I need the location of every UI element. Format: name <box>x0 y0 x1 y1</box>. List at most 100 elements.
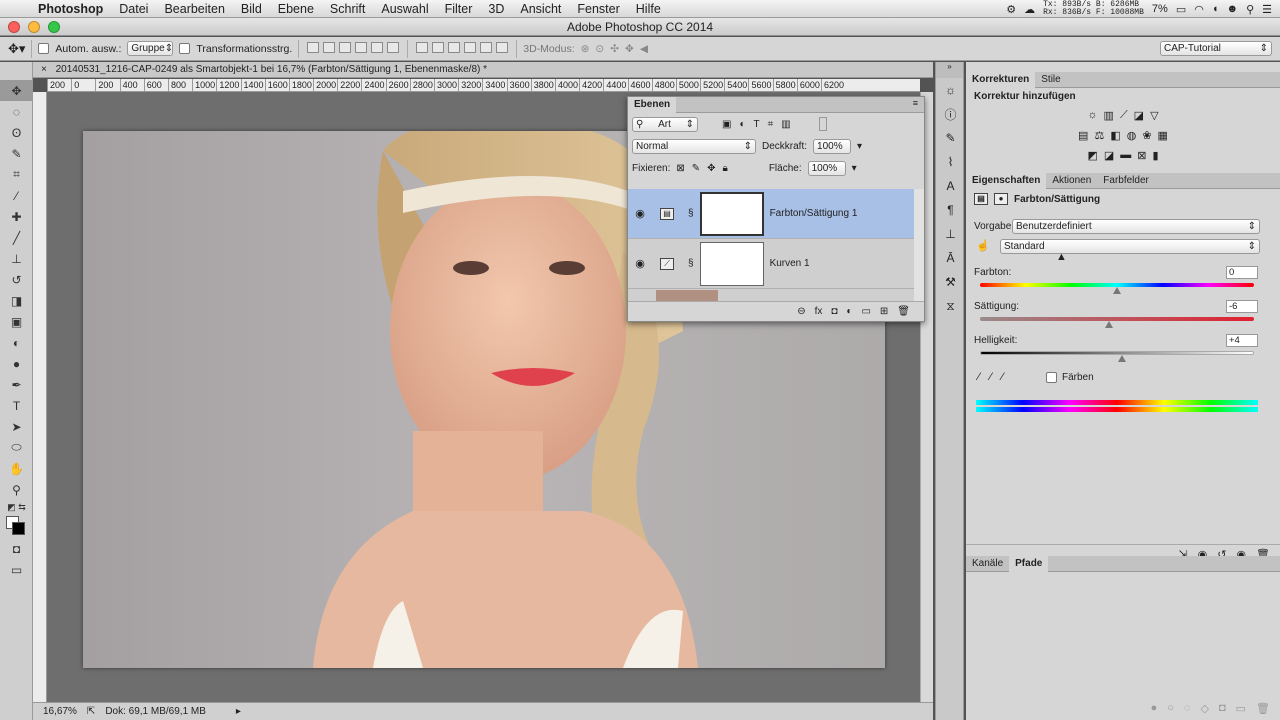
battery-icon[interactable]: ▭ <box>1176 3 1186 16</box>
eraser-tool-icon[interactable]: ◨ <box>0 290 33 311</box>
minimize-window-button[interactable] <box>28 21 40 33</box>
black-white-icon[interactable]: ◧ <box>1110 129 1120 142</box>
fill-arrow-icon[interactable]: ▾ <box>852 163 857 174</box>
adjustments-dock-icon[interactable]: ☼ <box>936 78 965 102</box>
distribute-hcenter-icon[interactable] <box>480 41 493 53</box>
tab-properties[interactable]: Eigenschaften <box>966 173 1047 189</box>
saturation-slider-track[interactable] <box>980 317 1254 321</box>
visibility-eye-icon[interactable]: ◉ <box>628 207 652 220</box>
auto-select-dropdown[interactable]: Gruppe ⇕ <box>127 41 174 56</box>
delete-path-icon[interactable]: 🗑︎ <box>1256 702 1270 715</box>
path-select-tool-icon[interactable]: ➤ <box>0 416 33 437</box>
visibility-eye-icon[interactable]: ◉ <box>628 257 652 270</box>
zoom-level[interactable]: 16,67% <box>43 706 77 717</box>
posterize-icon[interactable]: ◪ <box>1104 149 1114 162</box>
menu-schrift[interactable]: Schrift <box>322 2 373 16</box>
brush-dock-icon[interactable]: ⌇ <box>936 150 965 174</box>
photo-filter-icon[interactable]: ◍ <box>1127 129 1137 142</box>
wifi-icon[interactable]: ◠ <box>1194 3 1204 16</box>
workspace-dropdown[interactable]: CAP-Tutorial ⇕ <box>1160 41 1272 56</box>
on-image-adjust-hand-icon[interactable]: ☝ <box>976 239 990 252</box>
fill-field[interactable]: 100% <box>807 160 846 176</box>
tab-channels[interactable]: Kanäle <box>966 556 1009 572</box>
saturation-value-field[interactable]: -6 <box>1226 300 1258 313</box>
filter-toggle[interactable] <box>818 117 827 131</box>
dock-collapse-icon[interactable]: » <box>936 62 963 78</box>
make-path-icon[interactable]: ◇ <box>1201 702 1209 715</box>
lightness-value-field[interactable]: +4 <box>1226 334 1258 347</box>
saturation-slider-thumb[interactable] <box>1104 321 1113 328</box>
lasso-tool-icon[interactable]: ʘ <box>0 122 33 143</box>
align-vcenter-icon[interactable] <box>323 41 336 53</box>
tool-presets-dock-icon[interactable]: ⚒ <box>936 270 965 294</box>
layer-mask-thumbnail[interactable] <box>699 191 764 236</box>
menu-fenster[interactable]: Fenster <box>569 2 627 16</box>
zoom-tool-icon[interactable]: ⚲ <box>0 479 33 500</box>
lightness-slider-track[interactable] <box>980 351 1254 355</box>
glyphs-dock-icon[interactable]: Ā <box>936 246 965 270</box>
default-colors-icon[interactable]: ◩ ⇆ <box>0 500 33 514</box>
tab-actions[interactable]: Aktionen <box>1046 173 1097 189</box>
menu-app[interactable]: Photoshop <box>30 2 111 16</box>
paragraph-dock-icon[interactable]: ¶ <box>936 198 965 222</box>
align-right-icon[interactable] <box>387 41 400 53</box>
opacity-field[interactable]: 100% <box>813 138 852 154</box>
background-color[interactable] <box>12 522 25 535</box>
mask-link-icon[interactable]: § <box>688 258 694 269</box>
hue-slider-thumb[interactable] <box>1113 287 1121 294</box>
screen-mode-icon[interactable]: ▭ <box>0 559 33 580</box>
status-icon[interactable]: ⚙ <box>1006 3 1016 16</box>
cloud-icon[interactable]: ☁ <box>1024 3 1035 16</box>
distribute-left-icon[interactable] <box>464 41 477 53</box>
exposure-icon[interactable]: ◪ <box>1134 109 1144 122</box>
levels-icon[interactable]: ▥ <box>1104 109 1114 122</box>
layer-name[interactable]: Farbton/Sättigung 1 <box>770 208 858 219</box>
close-window-button[interactable] <box>8 21 20 33</box>
align-top-icon[interactable] <box>307 41 320 53</box>
transform-controls-checkbox[interactable] <box>179 43 191 54</box>
align-left-icon[interactable] <box>355 41 368 53</box>
new-adjustment-icon[interactable]: ◐ <box>846 306 852 317</box>
layer-row[interactable]: ◉ ▤ § Farbton/Sättigung 1 <box>628 189 914 239</box>
layer-filter-icons[interactable]: ▣◐T⌗▥ <box>722 119 799 130</box>
quick-select-tool-icon[interactable]: ✎ <box>0 143 33 164</box>
layer-style-fx-icon[interactable]: fx <box>815 306 823 317</box>
mask-mode-icon[interactable]: ● <box>994 193 1008 205</box>
link-layers-icon[interactable]: ⊖ <box>797 306 805 317</box>
layers-scrollbar[interactable] <box>914 189 924 301</box>
color-balance-icon[interactable]: ⚖ <box>1094 129 1104 142</box>
menu-filter[interactable]: Filter <box>437 2 481 16</box>
load-selection-icon[interactable]: ◌ <box>1184 702 1191 714</box>
hand-tool-icon[interactable]: ✋ <box>0 458 33 479</box>
info-dock-icon[interactable]: ⓘ <box>936 102 965 126</box>
opacity-arrow-icon[interactable]: ▾ <box>857 141 862 152</box>
move-tool-icon[interactable]: ✥ <box>0 80 33 101</box>
brush-presets-dock-icon[interactable]: ✎ <box>936 126 965 150</box>
panel-menu-icon[interactable]: ≡ <box>913 98 918 108</box>
new-group-icon[interactable]: ▭ <box>861 306 870 317</box>
menu-datei[interactable]: Datei <box>111 2 156 16</box>
channel-dropdown[interactable]: Standard ⇕ <box>1000 239 1260 254</box>
marquee-tool-icon[interactable]: ◌ <box>0 101 33 122</box>
tab-corrections[interactable]: Korrekturen <box>966 72 1036 88</box>
dodge-tool-icon[interactable]: ● <box>0 353 33 374</box>
align-hcenter-icon[interactable] <box>371 41 384 53</box>
image-layer-thumbnail[interactable] <box>656 290 718 301</box>
type-tool-icon[interactable]: T <box>0 395 33 416</box>
quick-mask-icon[interactable]: ◘ <box>0 538 33 559</box>
gradient-tool-icon[interactable]: ▣ <box>0 311 33 332</box>
brightness-contrast-icon[interactable]: ☼ <box>1087 109 1097 121</box>
align-bottom-icon[interactable] <box>339 41 352 53</box>
menu-auswahl[interactable]: Auswahl <box>373 2 436 16</box>
curves-icon[interactable]: ⟋ <box>1120 109 1128 122</box>
distribute-right-icon[interactable] <box>496 41 509 53</box>
tab-styles[interactable]: Stile <box>1035 72 1066 88</box>
brush-tool-icon[interactable]: ╱ <box>0 227 33 248</box>
delete-layer-icon[interactable]: 🗑︎ <box>897 306 910 317</box>
clone-source-dock-icon[interactable]: ⊥ <box>936 222 965 246</box>
lock-icons[interactable]: ⊠✎✥🔒︎ <box>676 163 734 174</box>
notification-list-icon[interactable]: ☰ <box>1262 3 1272 16</box>
layer-filter-dropdown[interactable]: ⚲ Art ⇕ <box>632 116 698 132</box>
lightness-slider-thumb[interactable] <box>1118 355 1127 362</box>
add-mask-icon[interactable]: ◘ <box>831 306 837 317</box>
